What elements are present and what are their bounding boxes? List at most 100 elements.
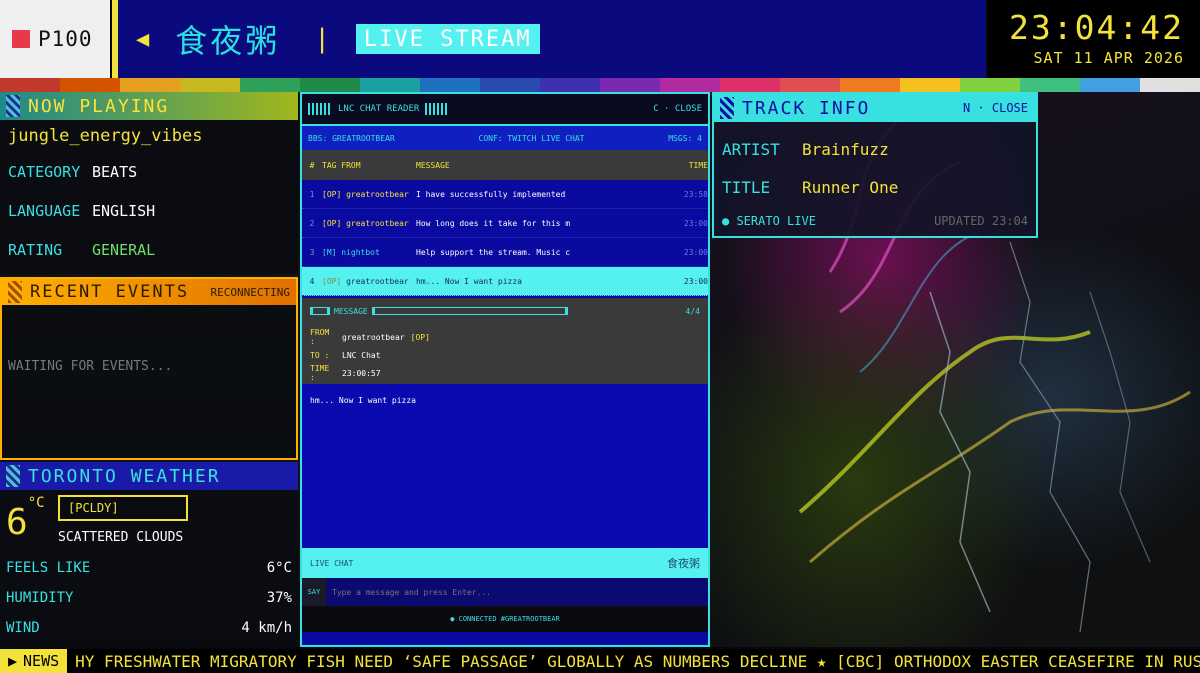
chat-input[interactable]	[326, 578, 708, 606]
chat-table-header: # TAG FROM MESSAGE TIME	[302, 150, 708, 180]
weather-value: 6°C	[266, 560, 292, 576]
track-info-panel: TRACK INFO N · CLOSE ARTIST Brainfuzz TIT…	[712, 92, 1038, 238]
color-stripe-segment	[60, 78, 120, 92]
chat-reader-window: LNC CHAT READER C · CLOSE BBS: GREATROOT…	[300, 92, 710, 647]
color-stripe-segment	[1020, 78, 1080, 92]
now-playing-title: NOW PLAYING	[28, 95, 170, 117]
color-stripe-segment	[600, 78, 660, 92]
track-key: TITLE	[722, 177, 771, 197]
clock: 23:04:42 SAT 11 APR 2026	[988, 0, 1200, 78]
row-user: greatrootbear	[346, 218, 409, 228]
record-indicator-icon	[12, 30, 30, 48]
table-row[interactable]: 2 [OP] greatrootbear How long does it take…	[302, 209, 708, 238]
col-num: #	[309, 160, 315, 170]
chat-reader-titlebar: LNC CHAT READER C · CLOSE	[302, 94, 708, 124]
track-close-button[interactable]: N · CLOSE	[963, 101, 1028, 115]
connection-status: RECONNECTING	[210, 285, 290, 299]
track-info-title: TRACK INFO	[742, 97, 871, 119]
meta-key: TIME :	[310, 364, 330, 382]
weather-row-humidity: HUMIDITY 37%	[6, 590, 292, 606]
color-stripe-segment	[0, 78, 60, 92]
recent-events-header: RECENT EVENTS RECONNECTING	[2, 279, 296, 305]
track-updated: UPDATED 23:04	[934, 214, 1028, 228]
table-row[interactable]: 1 [OP] greatrootbear I have successfully i…	[302, 180, 708, 209]
track-title-row: TITLE Runner One	[714, 168, 1036, 206]
weather-code-badge: [PCLDY]	[58, 495, 188, 521]
clock-date: SAT 11 APR 2026	[1033, 49, 1184, 67]
table-row-selected[interactable]: 4 [OP] greatrootbear hm... Now I want pizz…	[302, 267, 708, 296]
row-tag: [OP]	[322, 218, 342, 228]
track-artist-row: ARTIST Brainfuzz	[714, 130, 1036, 168]
track-info-header: TRACK INFO N · CLOSE	[714, 94, 1036, 122]
msgs-count: MSGS: 4	[668, 133, 702, 143]
stream-title: jungle_energy_vibes	[8, 126, 203, 146]
channel-badge: P100	[0, 0, 110, 78]
row-from: [OP] greatrootbear	[322, 219, 416, 228]
color-stripe	[0, 78, 1200, 92]
color-stripe-segment	[900, 78, 960, 92]
np-row-language: LANGUAGE ENGLISH	[0, 191, 298, 230]
meta-from: greatrootbear	[342, 332, 405, 342]
message-rule	[371, 307, 568, 315]
track-artist: Brainfuzz	[802, 139, 889, 159]
col-time: TIME	[688, 160, 708, 170]
chat-reader-title: LNC CHAT READER	[338, 104, 420, 114]
temperature-value: 6	[6, 502, 28, 543]
track-title: Runner One	[802, 177, 899, 197]
weather-value: 37%	[266, 590, 292, 606]
clock-time: 23:04:42	[1009, 8, 1184, 47]
row-time: 23:58	[683, 189, 708, 199]
np-key: CATEGORY	[8, 162, 81, 181]
panel-pattern-icon	[6, 95, 20, 117]
col-tag-from: TAG FROM	[322, 160, 361, 170]
weather-row-feels: FEELS LIKE 6°C	[6, 560, 292, 576]
np-value: ENGLISH	[92, 201, 156, 220]
message-counter: 4/4	[685, 306, 700, 316]
message-meta: FROM : greatrootbear [OP] TO : LNC Chat TIM…	[302, 324, 708, 384]
color-stripe-segment	[300, 78, 360, 92]
table-row[interactable]: 3 [M] nightbot Help support the stream. Mu…	[302, 238, 708, 267]
row-from: [OP] greatrootbear	[322, 190, 416, 199]
row-time: 23:00	[683, 218, 708, 228]
row-from: [M] nightbot	[322, 248, 416, 257]
weather-key: HUMIDITY	[6, 590, 74, 606]
news-label-text: NEWS	[23, 652, 60, 670]
row-user: nightbot	[341, 247, 380, 257]
color-stripe-segment	[240, 78, 300, 92]
recent-events-panel: RECENT EVENTS RECONNECTING WAITING FOR E…	[0, 277, 298, 460]
row-user: greatrootbear	[346, 189, 409, 199]
color-stripe-segment	[660, 78, 720, 92]
chat-info-bar: BBS: GREATROOTBEAR CONF: TWITCH LIVE CHA…	[302, 124, 708, 150]
chat-compose: SAY	[302, 578, 708, 606]
row-user: greatrootbear	[346, 276, 409, 286]
row-time: 23:00	[683, 247, 708, 257]
np-value: GENERAL	[92, 240, 156, 259]
news-text: HY FRESHWATER MIGRATORY FISH NEED ‘SAFE …	[75, 651, 1200, 671]
np-row-category: CATEGORY BEATS	[0, 152, 298, 191]
np-key: RATING	[8, 240, 63, 259]
row-message: How long does it take for this m	[416, 218, 571, 228]
weather-title: TORONTO WEATHER	[28, 465, 221, 487]
now-playing-header: NOW PLAYING	[0, 92, 298, 120]
row-message: I have successfully implemented	[416, 189, 566, 199]
connection-indicator: ● CONNECTED #GREATROOTBEAR	[302, 606, 708, 632]
color-stripe-segment	[180, 78, 240, 92]
chat-close-button[interactable]: C · CLOSE	[653, 104, 702, 114]
panel-pattern-icon	[6, 465, 20, 487]
news-label: ▶ NEWS	[0, 649, 68, 673]
events-empty-text: WAITING FOR EVENTS...	[8, 359, 173, 374]
news-ticker: ▶ NEWS HY FRESHWATER MIGRATORY FISH NEED …	[0, 649, 1200, 673]
row-message: Help support the stream. Music c	[416, 247, 571, 257]
color-stripe-segment	[1140, 78, 1200, 92]
color-stripe-segment	[360, 78, 420, 92]
weather-panel: TORONTO WEATHER 6°C [PCLDY] SCATTERED CL…	[0, 462, 298, 647]
color-stripe-segment	[960, 78, 1020, 92]
track-key: ARTIST	[722, 139, 780, 159]
weather-value: 4 km/h	[241, 620, 292, 636]
panel-pattern-icon	[8, 281, 22, 303]
title-bar: ◀ 食夜粥 | LIVE STREAM	[112, 0, 986, 78]
meta-to: LNC Chat	[342, 350, 381, 360]
row-from: [OP] greatrootbear	[322, 277, 416, 286]
message-label: MESSAGE	[334, 306, 368, 316]
left-arrow-icon[interactable]: ◀	[136, 27, 149, 52]
